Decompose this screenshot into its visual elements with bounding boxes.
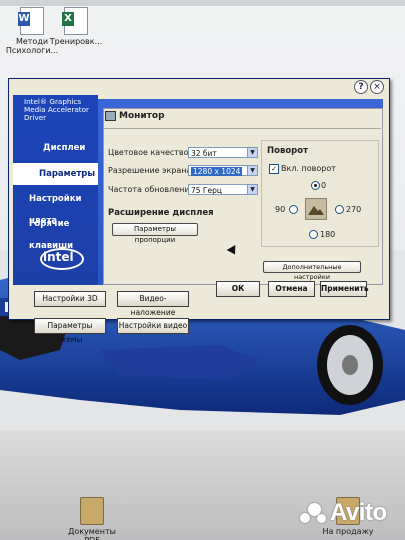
- rotation-enable-label: Вкл. поворот: [281, 164, 336, 173]
- rotation-heading: Поворот: [267, 146, 309, 156]
- word-document-icon: [18, 7, 44, 35]
- desktop-edge: [0, 0, 405, 6]
- rotation-enable-checkbox[interactable]: ✓: [269, 164, 279, 174]
- page-title: Монитор: [119, 111, 165, 121]
- refresh-rate-label: Частота обновления: [108, 185, 195, 194]
- nav-item-color-settings[interactable]: Настройки цвета: [13, 188, 98, 226]
- video-settings-button[interactable]: Настройки видео: [117, 318, 189, 334]
- rotation-preview-icon: [305, 198, 327, 220]
- scheme-parameters-button[interactable]: Параметры схемы: [34, 318, 106, 344]
- color-quality-label: Цветовое качество: [108, 148, 189, 157]
- excel-document-icon: [62, 7, 88, 35]
- advanced-settings-button[interactable]: Дополнительные настройки: [263, 261, 361, 281]
- avito-watermark: Avito: [330, 499, 387, 526]
- refresh-rate-value: 75 Герц: [191, 186, 222, 195]
- color-quality-select[interactable]: 32 бит ▼: [188, 147, 258, 158]
- rotation-270-radio[interactable]: [335, 205, 344, 214]
- rotation-180-label: 180: [320, 230, 336, 239]
- close-icon[interactable]: ×: [370, 80, 384, 94]
- resolution-value: 1280 x 1024: [191, 167, 243, 176]
- rotation-90-label: 90: [275, 205, 286, 214]
- chevron-down-icon: ▼: [247, 148, 257, 157]
- chevron-down-icon: ▼: [247, 185, 257, 194]
- nav-item-hotkeys[interactable]: Горячие клавиши: [13, 213, 98, 251]
- rotation-0-radio[interactable]: [311, 181, 320, 190]
- cancel-button[interactable]: Отмена: [268, 281, 315, 297]
- rotation-180-radio[interactable]: [309, 230, 318, 239]
- resolution-label: Разрешение экрана: [108, 166, 192, 175]
- title-divider: [104, 128, 381, 129]
- rotation-270-label: 270: [346, 205, 362, 214]
- desktop-icon-label: На продажу: [322, 527, 374, 536]
- brand-title: Intel® Graphics Media Accelerator Driver: [24, 97, 89, 122]
- display-expansion-heading: Расширение дисплея: [108, 208, 214, 218]
- monitor-icon: [105, 111, 116, 121]
- nav-item-displays[interactable]: Дисплеи: [13, 137, 98, 159]
- refresh-rate-select[interactable]: 75 Герц ▼: [188, 184, 258, 195]
- chevron-down-icon: ▼: [247, 166, 257, 175]
- rotation-0-label: 0: [321, 181, 327, 190]
- desktop-icon-label: Документы PDF: [68, 527, 116, 540]
- avito-logo-icon: [300, 503, 330, 525]
- desktop-icon-label: Тренировк...: [49, 37, 103, 46]
- aspect-ratio-button[interactable]: Параметры пропорции: [112, 223, 198, 244]
- nav-item-parameters[interactable]: Параметры: [13, 163, 98, 185]
- desktop-icon-pdf-documents[interactable]: Документы PDF: [62, 497, 122, 540]
- intel-logo-text: intel: [43, 250, 74, 264]
- help-icon[interactable]: ?: [354, 80, 368, 94]
- rotation-90-radio[interactable]: [289, 205, 298, 214]
- apply-button[interactable]: Применить: [320, 281, 369, 297]
- ok-button[interactable]: ОК: [216, 281, 260, 297]
- 3d-settings-button[interactable]: Настройки 3D: [34, 291, 106, 307]
- resolution-select[interactable]: 1280 x 1024 ▼: [188, 165, 258, 176]
- desktop-icon-training[interactable]: Тренировк...: [46, 7, 106, 46]
- folder-icon: [80, 497, 104, 525]
- color-quality-value: 32 бит: [191, 149, 217, 158]
- video-overlay-button[interactable]: Видео-наложение: [117, 291, 189, 317]
